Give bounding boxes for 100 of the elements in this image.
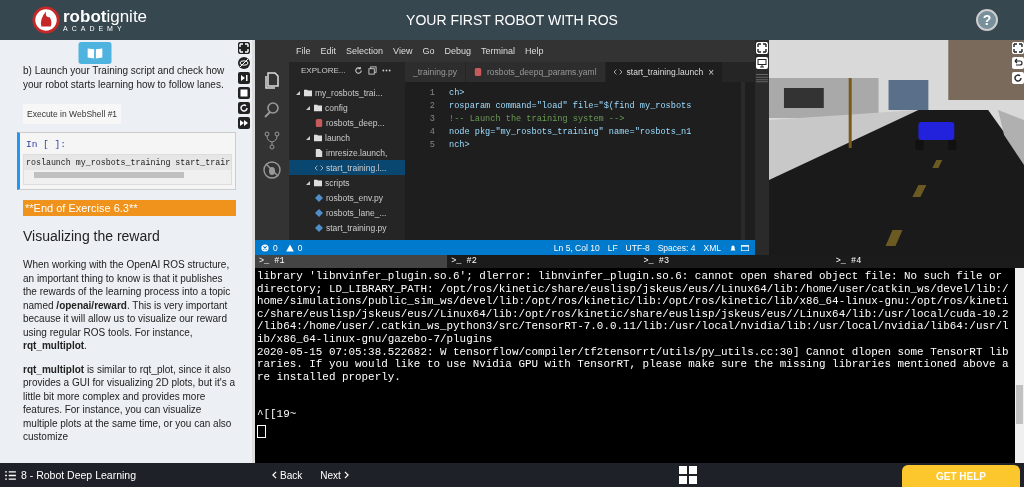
collapse-icon[interactable]: [368, 66, 378, 75]
tree-item[interactable]: start_training.py: [289, 220, 405, 235]
instruction-text: b) Launch your Training script and check how your robot starts learning how to follow lanes.: [23, 64, 226, 91]
terminal-line: raries. If you would like to use Nvidia GPU with TensorRT, please make sure the missing libraries mentioned above a: [257, 358, 1009, 371]
paragraph: rqt_multiplot is similar to rqt_plot, since it also provides a GUI for visualizing 2D plots, but it's a little bit more complex and provides more features. For instance, you can visualize multiple plots at the same time, or you can also customize: [23, 362, 236, 444]
menu-item[interactable]: View: [388, 46, 418, 56]
tree-item[interactable]: rosbots_deep...: [289, 115, 405, 130]
caret-icon[interactable]: [305, 179, 311, 186]
status-item[interactable]: UTF-8: [625, 242, 650, 253]
database-icon: [473, 68, 482, 76]
chevron-left-icon: [272, 471, 277, 479]
code-icon: [315, 163, 323, 172]
menu-item[interactable]: File: [291, 46, 316, 56]
tree-item[interactable]: rosbots_env.py: [289, 190, 405, 205]
execute-button[interactable]: Execute in WebShell #1: [23, 104, 122, 124]
editor-tab[interactable]: rosbots_deepq_params.yaml: [465, 62, 606, 82]
tree-item[interactable]: launch: [289, 130, 405, 145]
search-icon[interactable]: [262, 100, 282, 120]
terminal-tab[interactable]: >_ #4: [831, 255, 1024, 268]
folder-icon: [314, 133, 322, 142]
back-button[interactable]: Back: [266, 469, 309, 481]
menu-item[interactable]: Selection: [341, 46, 389, 56]
folder-icon: [314, 178, 322, 187]
layout-grid-icon[interactable]: [679, 466, 698, 484]
line-number: 1: [428, 88, 436, 100]
status-item[interactable]: LF: [607, 242, 618, 253]
close-tab-button[interactable]: ×: [708, 66, 714, 78]
code-line: rosparam command="load" file="$(find my_rosbots: [449, 101, 692, 113]
error-count[interactable]: 0: [273, 242, 278, 253]
fullscreen-icon[interactable]: [1012, 42, 1024, 54]
stop-icon[interactable]: [238, 87, 250, 99]
code-line: ch>: [449, 88, 465, 100]
caret-icon[interactable]: [305, 134, 311, 141]
bell-icon[interactable]: [729, 243, 737, 252]
code-line: !-- Launch the training system -->: [449, 114, 625, 126]
terminal-cursor: [257, 424, 266, 438]
unit-menu[interactable]: 8 - Robot Deep Learning: [0, 469, 260, 481]
terminal-line: directory; LD_LIBRARY_PATH: /opt/ros/kinetic/share/euslisp/jskeus/eus//Linux64/lib:/home/user/catkin_ws/devel/lib:/: [257, 282, 1009, 295]
code-line: node pkg="my_rosbots_training" name="rosbots_n1: [449, 127, 692, 139]
menu-item[interactable]: Help: [520, 46, 549, 56]
terminal-line: ^[[19~: [257, 408, 297, 421]
tree-item[interactable]: my_rosbots_trai...: [289, 85, 405, 100]
tree-item[interactable]: config: [289, 100, 405, 115]
menu-item[interactable]: Debug: [439, 46, 476, 56]
reload-icon[interactable]: [238, 102, 250, 114]
feedback-icon[interactable]: [741, 243, 749, 252]
terminal-line: ib/x86_64-linux-gnu/gazebo-7/plugins: [257, 332, 493, 345]
terminal-line: library 'libnvinfer_plugin.so.6'; dlerror: libnvinfer_plugin.so.6: cannot open shared object file: No such file or: [257, 270, 1003, 282]
exercise-end-banner: **End of Exercise 6.3**: [23, 200, 236, 216]
fast-forward-icon[interactable]: [238, 117, 250, 129]
terminal-tab[interactable]: >_ #3: [639, 255, 832, 268]
code-icon: [613, 68, 622, 76]
bug-icon[interactable]: [262, 160, 282, 180]
code-line: nch>: [449, 140, 470, 152]
branch-icon[interactable]: [262, 130, 282, 150]
fullscreen-icon[interactable]: [756, 42, 768, 54]
tree-item[interactable]: rosbots_lane_...: [289, 205, 405, 220]
step-icon[interactable]: [238, 72, 250, 84]
warning-icon: [285, 243, 294, 252]
terminal-line: 2020-05-15 07:05:38.522682: W tensorflow/compiler/tf2tensorrt/utils/py_utils.cc:30] Cannot dlopen some TensorRT lib: [257, 345, 1009, 358]
vertical-scrollbar[interactable]: [1015, 268, 1024, 463]
line-number: 3: [428, 114, 436, 126]
status-item[interactable]: Ln 5, Col 10: [553, 242, 600, 253]
error-icon: [261, 243, 269, 252]
terminal-line: c/share/euslisp/jskeus/eus//Linux64/lib:/opt/ros/kinetic/share/euslisp/jskeus/eus//Linux64/lib:/usr/local/cuda-10.2: [257, 307, 1009, 320]
terminal-tab[interactable]: >_ #2: [447, 255, 640, 268]
undo-icon[interactable]: [1012, 57, 1024, 69]
tree-item[interactable]: scripts: [289, 175, 405, 190]
monitor-icon[interactable]: [756, 57, 768, 69]
next-button[interactable]: Next: [314, 469, 355, 481]
eye-off-icon[interactable]: [238, 57, 250, 69]
logo-wordmark: robotignite: [63, 8, 148, 25]
menu-item[interactable]: Edit: [315, 46, 342, 56]
warning-count[interactable]: 0: [297, 242, 303, 253]
terminal-line: /lib64:/home/user/.catkin_ws_python3/src/TensorRT-7.0.0.11/lib:/usr/local/nvidia/lib:/usr/local/nvidia/lib64:/usr/l: [257, 320, 1009, 333]
chevron-right-icon: [343, 471, 349, 479]
caret-icon[interactable]: [305, 104, 311, 111]
menu-item[interactable]: Go: [417, 46, 440, 56]
reload-icon[interactable]: [1012, 72, 1024, 84]
menu-item[interactable]: Terminal: [475, 46, 520, 56]
tree-item[interactable]: imresize.launch,: [289, 145, 405, 160]
line-number: 2: [428, 101, 436, 113]
line-number: 4: [428, 127, 436, 139]
status-item[interactable]: XML: [703, 242, 721, 253]
editor-tab[interactable]: start_training.launch ×: [605, 62, 723, 82]
paragraph: When working with the OpenAI ROS structure, an important thing to know is that it publishes the rewards of the learning process into a topic named /openai/reward. This is very important because it will allow us to visualize our reward using regular ROS tools. For instance, rqt_multiplot.: [23, 258, 232, 353]
status-item[interactable]: Spaces: 4: [657, 242, 696, 253]
terminal-line: home/simulations/public_sim_ws/devel/lib:/opt/ros/kinetic/lib:/opt/ros/kinetic/lib/x86_64-linux-gnu:/opt/ros/kineti: [257, 295, 1009, 308]
database-icon: [315, 118, 323, 127]
list-icon: [5, 470, 16, 480]
explorer-title: EXPLORE...: [301, 66, 346, 75]
refresh-icon[interactable]: [354, 66, 364, 75]
terminal-panel[interactable]: [255, 268, 1024, 463]
editor-tab[interactable]: _training.py: [405, 62, 466, 82]
caret-icon[interactable]: [295, 89, 301, 96]
files-icon[interactable]: [262, 70, 282, 90]
tree-item[interactable]: start_training.l...: [289, 160, 405, 175]
flame-logo-icon: [32, 6, 60, 34]
line-number: 5: [428, 140, 436, 152]
terminal-tab[interactable]: >_ #1: [255, 255, 448, 268]
